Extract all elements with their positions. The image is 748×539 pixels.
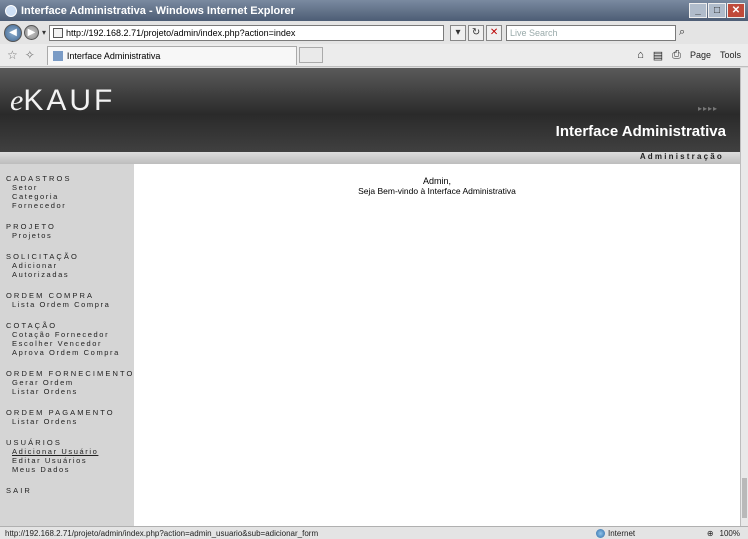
sidebar-link[interactable]: Adicionar	[0, 261, 134, 270]
scrollbar-thumb[interactable]	[742, 478, 747, 518]
sidebar-link[interactable]: Gerar Ordem	[0, 378, 134, 387]
address-buttons: ▾ ↻ ✕	[450, 24, 503, 41]
sidebar-section-title[interactable]: SAIR	[0, 486, 134, 495]
zoom-icon: ⊕	[706, 528, 714, 538]
sidebar-section-title: SOLICITAÇÃO	[6, 252, 79, 261]
stop-button[interactable]: ✕	[486, 24, 503, 41]
page-viewport: eKAUF ▸▸▸▸ Interface Administrativa Admi…	[0, 68, 748, 526]
sidebar-link[interactable]: Lista Ordem Compra	[0, 300, 134, 309]
sidebar-link[interactable]: Aprova Ordem Compra	[0, 348, 134, 357]
sidebar-section: COTAÇÃO Cotação Fornecedor Escolher Venced…	[0, 321, 134, 357]
welcome-name: Admin,	[422, 176, 451, 186]
zoom-level: 100%	[719, 528, 740, 538]
sidebar-link[interactable]: Autorizadas	[0, 270, 134, 279]
sidebar-link[interactable]: Adicionar Usuário	[0, 447, 134, 456]
header-arrows-icon: ▸▸▸▸	[697, 104, 718, 113]
tab-title: Interface Administrativa	[66, 50, 161, 61]
ie-logo-icon	[5, 4, 17, 17]
header-title: Interface Administrativa	[555, 123, 726, 140]
sidebar-link[interactable]: Meus Dados	[0, 465, 134, 474]
address-input[interactable]: http://192.168.2.71/projeto/admin/index.…	[49, 24, 445, 41]
search-icon[interactable]: ⌕	[679, 26, 685, 39]
tab-bar: ☆ ✧ Interface Administrativa ⌂ ▤ ⎙ Page …	[0, 44, 748, 67]
command-bar: ⌂ ▤ ⎙ Page Tools	[637, 49, 741, 62]
sidebar-section-title: CADASTROS	[6, 174, 72, 183]
sidebar-section: ORDEM FORNECIMENTO Gerar Ordem Listar Orde…	[0, 369, 134, 396]
status-url: http://192.168.2.71/projeto/admin/index.…	[5, 528, 319, 538]
sidebar-section: ORDEM PAGAMENTO Listar Ordens	[0, 408, 134, 426]
ekauf-logo: eKAUF	[10, 84, 115, 118]
sidebar-section-title: COTAÇÃO	[6, 321, 58, 330]
maximize-button[interactable]: □	[708, 3, 726, 18]
sidebar-section: CADASTROS Setor Categoria Fornecedor	[0, 174, 134, 210]
sidebar-link[interactable]: Listar Ordens	[0, 387, 134, 396]
sidebar-section: USUÁRIOS Adicionar Usuário Editar Usuários…	[0, 438, 134, 474]
back-button[interactable]: ◀	[4, 23, 22, 42]
security-zone: Internet	[596, 528, 636, 538]
logo-prefix: e	[10, 84, 24, 117]
sidebar-section: SAIR	[0, 486, 134, 495]
tools-menu[interactable]: Tools	[720, 50, 741, 60]
sidebar-section: ORDEM COMPRA Lista Ordem Compra	[0, 291, 134, 309]
sidebar-section-title: ORDEM FORNECIMENTO	[6, 369, 135, 378]
title-bar: Interface Administrativa - Windows Inter…	[0, 0, 748, 21]
window-controls: _ □ ✕	[689, 3, 745, 18]
sidebar-link[interactable]: Categoria	[0, 192, 134, 201]
address-dropdown-button[interactable]: ▾	[450, 24, 467, 41]
welcome-message: Seja Bem-vindo à Interface Administrativ…	[358, 186, 516, 196]
window-title: Interface Administrativa - Windows Inter…	[21, 4, 295, 17]
favorites-star-icon[interactable]: ☆	[7, 48, 18, 62]
vertical-scrollbar[interactable]	[740, 68, 748, 526]
sidebar-section: PROJETO Projetos	[0, 222, 134, 240]
browser-window: Interface Administrativa - Windows Inter…	[0, 0, 748, 539]
sidebar-menu: CADASTROS Setor Categoria Fornecedor PROJETO…	[0, 164, 134, 526]
main-content: Admin, Seja Bem-vindo à Interface Admini…	[134, 164, 740, 526]
admin-subbar: Administração	[0, 152, 740, 164]
status-bar: http://192.168.2.71/projeto/admin/index.…	[0, 526, 748, 539]
new-tab-button[interactable]	[298, 47, 323, 63]
logo-main: KAUF	[23, 84, 116, 117]
feeds-icon[interactable]: ▤	[653, 49, 663, 62]
admin-label: Administração	[639, 152, 724, 161]
recent-pages-dropdown[interactable]: ▾	[42, 28, 46, 37]
sidebar-link[interactable]: Projetos	[0, 231, 134, 240]
sidebar-link[interactable]: Editar Usuários	[0, 456, 134, 465]
page-icon	[53, 27, 64, 38]
sidebar-section-title: ORDEM COMPRA	[6, 291, 95, 300]
sidebar-link[interactable]: Listar Ordens	[0, 417, 134, 426]
page-menu[interactable]: Page	[690, 50, 711, 60]
sidebar-section-title: PROJETO	[6, 222, 56, 231]
close-button[interactable]: ✕	[727, 3, 745, 18]
address-toolbar: ◀ ▶ ▾ http://192.168.2.71/projeto/admin/…	[0, 21, 748, 44]
sidebar-link[interactable]: Cotação Fornecedor	[0, 330, 134, 339]
zoom-control[interactable]: ⊕ 100%	[707, 529, 740, 538]
sidebar-section-title: ORDEM PAGAMENTO	[6, 408, 115, 417]
refresh-button[interactable]: ↻	[468, 24, 485, 41]
print-icon[interactable]: ⎙	[672, 49, 681, 62]
site-header: eKAUF ▸▸▸▸ Interface Administrativa	[0, 68, 740, 152]
address-url: http://192.168.2.71/projeto/admin/index.…	[66, 27, 296, 38]
minimize-button[interactable]: _	[689, 3, 707, 18]
forward-button[interactable]: ▶	[24, 25, 39, 40]
zone-label: Internet	[608, 528, 636, 538]
sidebar-section: SOLICITAÇÃO Adicionar Autorizadas	[0, 252, 134, 279]
add-favorites-icon[interactable]: ✧	[25, 48, 35, 62]
tab-interface-administrativa[interactable]: Interface Administrativa	[46, 45, 297, 65]
home-icon[interactable]: ⌂	[637, 49, 644, 61]
search-input[interactable]: Live Search	[506, 24, 677, 41]
sidebar-link[interactable]: Fornecedor	[0, 201, 134, 210]
globe-icon	[596, 528, 605, 538]
tab-favicon-icon	[52, 50, 63, 61]
sidebar-link[interactable]: Escolher Vencedor	[0, 339, 134, 348]
sidebar-section-title: USUÁRIOS	[6, 438, 62, 447]
sidebar-link[interactable]: Setor	[0, 183, 134, 192]
